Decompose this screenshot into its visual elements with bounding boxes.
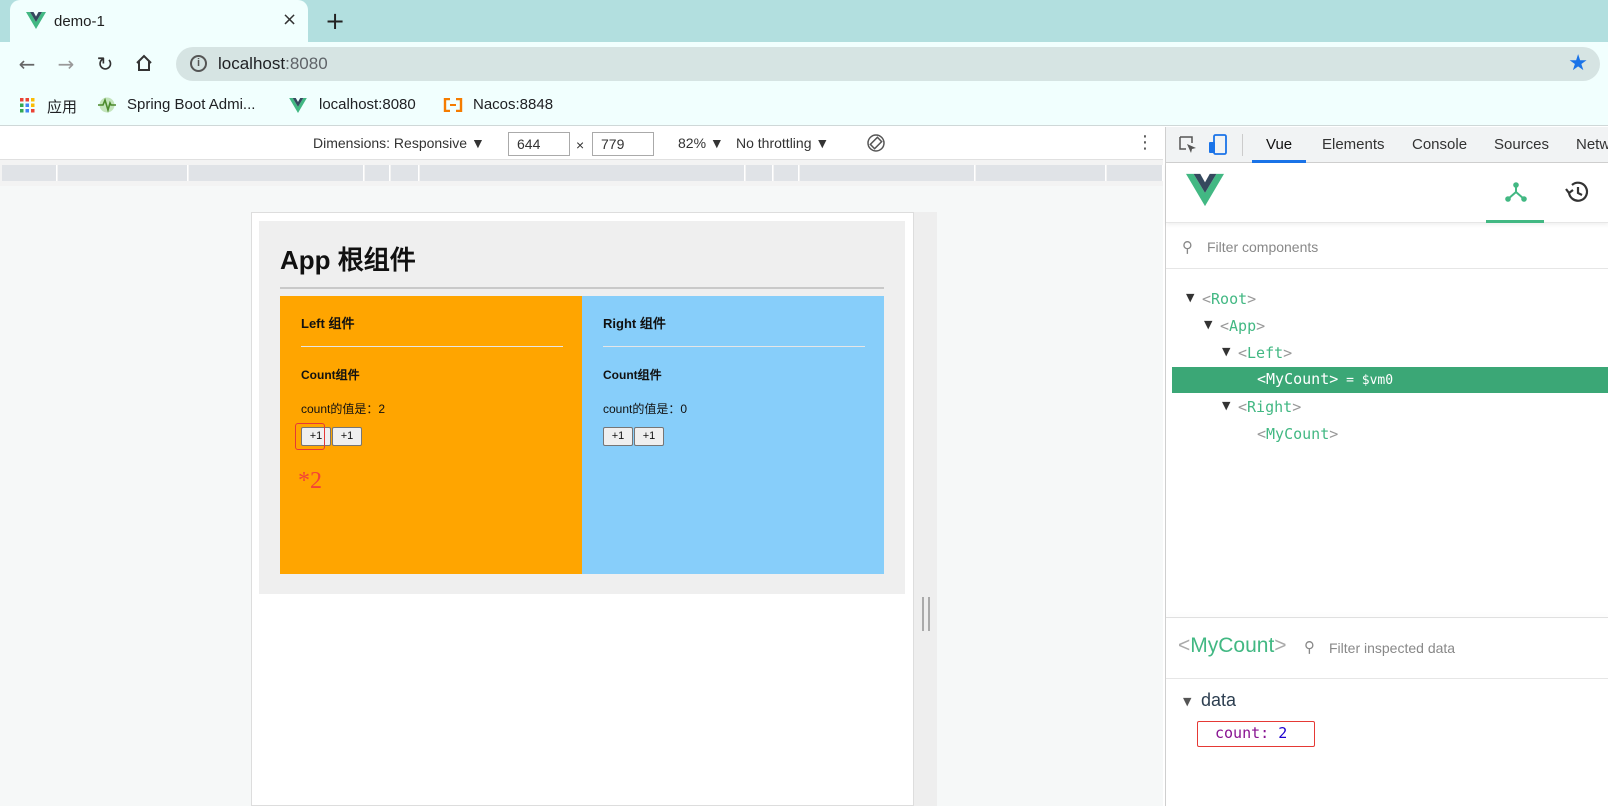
bookmark-star-icon[interactable]: ★ (1568, 51, 1588, 76)
dimension-times: × (576, 137, 585, 153)
component-filter[interactable]: ⚲ Filter components (1166, 227, 1608, 269)
component-filter-placeholder: Filter components (1207, 239, 1319, 255)
right-title: Right 组件 (603, 316, 666, 331)
bookmark-apps[interactable]: 应用 (47, 96, 77, 117)
expand-arrow-icon[interactable]: ▼ (1222, 399, 1230, 412)
left-component: Left 组件 Count组件 count的值是：2 +1 +1 *2 (280, 296, 582, 574)
site-info-icon[interactable]: i (190, 55, 207, 72)
tree-node-mycount-selected[interactable]: <MyCount> = $vm0 (1172, 367, 1608, 393)
data-property-count[interactable]: count: 2 (1215, 724, 1287, 742)
vue-logo-icon (1186, 173, 1224, 207)
forward-icon[interactable]: → (53, 51, 79, 77)
tab-vue[interactable]: Vue (1266, 136, 1292, 153)
bookmark-nacos[interactable]: Nacos:8848 (473, 96, 553, 113)
expand-arrow-icon[interactable]: ▼ (1186, 291, 1194, 304)
back-icon[interactable]: ← (14, 51, 40, 77)
devtools-tabbar: Vue Elements Console Sources Netw (1166, 127, 1608, 163)
device-toggle-icon[interactable] (1208, 134, 1228, 156)
url-text: localhost:8080 (218, 54, 328, 73)
right-count-title: Count组件 (603, 368, 662, 382)
tree-node-root[interactable]: ▼ <Root> (1166, 287, 1608, 313)
inspected-component-name: <MyCount> (1178, 634, 1287, 657)
media-query-ruler (0, 160, 1163, 186)
inspector-header-divider (1166, 678, 1608, 679)
inspected-data-filter[interactable]: Filter inspected data (1329, 640, 1455, 656)
right-increment-button-1[interactable]: +1 (603, 427, 633, 446)
right-count-value: count的值是：0 (603, 402, 688, 416)
resize-handle[interactable] (922, 597, 930, 631)
rotate-icon[interactable] (866, 133, 886, 153)
inspector-divider (1166, 617, 1608, 618)
height-input[interactable]: 779 (592, 132, 654, 156)
components-tab-indicator (1486, 220, 1544, 223)
left-count-title: Count组件 (301, 368, 360, 382)
right-divider (603, 346, 865, 347)
left-divider (301, 346, 563, 347)
device-toolbar: Dimensions: Responsive ▼ 644 × 779 82% ▼… (0, 127, 1163, 160)
tab-title: demo-1 (54, 13, 105, 30)
tree-node-app[interactable]: ▼ <App> (1166, 314, 1608, 340)
viewport-gutter (914, 212, 937, 806)
tree-node-mycount[interactable]: <MyCount> (1166, 422, 1608, 448)
right-component: Right 组件 Count组件 count的值是：0 +1 +1 (582, 296, 884, 574)
left-increment-button-2[interactable]: +1 (332, 427, 362, 446)
annotation-highlight-box (295, 423, 325, 450)
tab-sources[interactable]: Sources (1494, 136, 1549, 153)
vue-favicon-icon (26, 12, 46, 29)
left-title: Left 组件 (301, 316, 355, 331)
apps-grid-icon (20, 98, 35, 113)
new-tab-button[interactable]: + (325, 7, 345, 35)
dimensions-select[interactable]: Dimensions: Responsive ▼ (313, 135, 485, 151)
right-increment-button-2[interactable]: +1 (634, 427, 664, 446)
bookmark-spring-boot-admin[interactable]: Spring Boot Admi... (127, 96, 255, 113)
tab-console[interactable]: Console (1412, 136, 1467, 153)
search-icon: ⚲ (1304, 638, 1315, 656)
app-title: App 根组件 (280, 245, 416, 275)
close-tab-icon[interactable]: × (282, 9, 297, 30)
tree-node-left[interactable]: ▼ <Left> (1166, 341, 1608, 367)
vue-logo-icon (289, 98, 307, 113)
annotation-text: *2 (298, 468, 322, 494)
expand-arrow-icon[interactable]: ▼ (1204, 318, 1212, 331)
browser-tab[interactable]: demo-1 × (10, 0, 308, 42)
expand-arrow-icon[interactable]: ▼ (1183, 695, 1191, 708)
inspect-element-icon[interactable] (1178, 135, 1198, 155)
app-divider (280, 287, 884, 289)
address-bar[interactable]: i localhost:8080 ★ (176, 47, 1600, 81)
zoom-select[interactable]: 82% ▼ (678, 135, 724, 151)
vue-devtools-header (1166, 163, 1608, 223)
browser-toolbar: ← → ↻ i localhost:8080 ★ (0, 42, 1608, 84)
throttling-select[interactable]: No throttling ▼ (736, 135, 829, 151)
home-icon[interactable] (135, 54, 153, 72)
more-options-icon[interactable]: ⋮ (1136, 132, 1154, 153)
pulse-icon (98, 97, 116, 113)
expand-arrow-icon[interactable]: ▼ (1222, 345, 1230, 358)
history-icon[interactable] (1564, 180, 1590, 204)
bookmark-localhost[interactable]: localhost:8080 (319, 96, 416, 113)
tab-elements[interactable]: Elements (1322, 136, 1385, 153)
devtools-panel: Vue Elements Console Sources Netw ⚲ Filt… (1165, 127, 1608, 806)
nacos-icon (443, 98, 463, 112)
tab-strip: demo-1 × + (0, 0, 1608, 42)
tab-network[interactable]: Netw (1576, 136, 1608, 153)
width-input[interactable]: 644 (508, 132, 570, 156)
components-tree-icon[interactable] (1504, 180, 1528, 204)
bookmarks-bar: 应用 Spring Boot Admi... localhost:8080 Na… (0, 84, 1608, 126)
left-count-value: count的值是：2 (301, 402, 386, 416)
tree-node-right[interactable]: ▼ <Right> (1166, 395, 1608, 421)
search-icon: ⚲ (1182, 238, 1193, 256)
data-section-label[interactable]: data (1201, 690, 1236, 711)
reload-icon[interactable]: ↻ (92, 51, 118, 77)
